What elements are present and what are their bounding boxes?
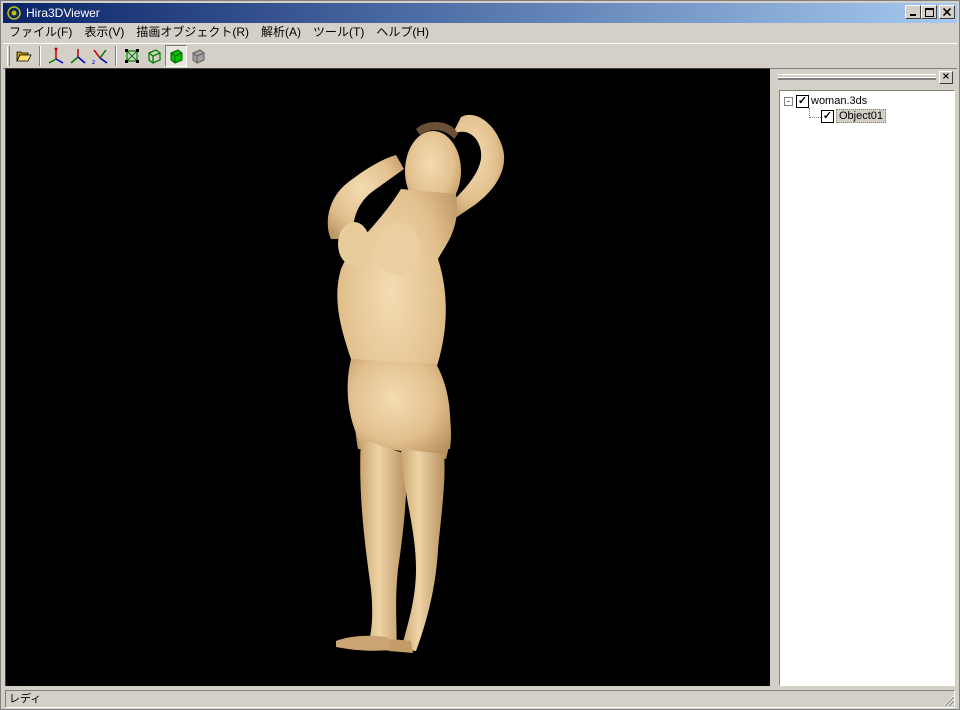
flat-shade-button[interactable] (143, 45, 165, 67)
normal-icon (192, 49, 205, 64)
open-button[interactable] (13, 45, 35, 67)
axis-zx-icon: z (92, 49, 108, 65)
tree-connector (809, 117, 821, 118)
tree-item-root[interactable]: - ✓ woman.3ds (784, 94, 867, 108)
close-button[interactable] (939, 5, 955, 19)
collapse-icon[interactable]: - (784, 96, 793, 106)
tree-item-label: Object01 (836, 109, 887, 123)
view-xy-button[interactable] (45, 45, 67, 67)
wireframe-icon (125, 49, 139, 63)
axis-yz-icon (70, 49, 86, 64)
wireframe-button[interactable] (121, 45, 143, 67)
view-yz-button[interactable] (67, 45, 89, 67)
flat-shade-icon (148, 49, 161, 64)
panel-grip[interactable] (778, 74, 936, 80)
app-window: Hira3DViewer ファイル(F) 表示(V) 描画オブジェクト(R) 解… (0, 0, 960, 710)
window-controls (905, 5, 955, 19)
window-title: Hira3DViewer (26, 6, 100, 20)
minimize-icon (910, 14, 916, 16)
app-icon (7, 6, 21, 20)
menu-draw-object[interactable]: 描画オブジェクト(R) (130, 24, 255, 41)
maximize-button[interactable] (921, 5, 937, 19)
solid-shade-button[interactable] (165, 45, 187, 67)
toolbar-separator (39, 46, 41, 66)
menu-help[interactable]: ヘルプ(H) (370, 24, 435, 41)
panel-header: × (776, 70, 956, 84)
menu-analysis[interactable]: 解析(A) (255, 24, 307, 41)
status-text: レディ (5, 690, 955, 708)
svg-text:z: z (92, 59, 95, 65)
status-bar: レディ (3, 689, 957, 709)
panel-close-button[interactable]: × (939, 71, 953, 84)
tree-item-label: woman.3ds (811, 95, 868, 107)
toolbar-separator (115, 46, 117, 66)
menu-file[interactable]: ファイル(F) (3, 24, 78, 41)
maximize-icon (924, 7, 934, 17)
view-zx-button[interactable]: z (89, 45, 111, 67)
menu-bar: ファイル(F) 表示(V) 描画オブジェクト(R) 解析(A) ツール(T) ヘ… (3, 23, 957, 42)
object-tree-panel: × - ✓ woman.3ds ✓ Object01 (776, 68, 958, 688)
root-checkbox[interactable]: ✓ (796, 94, 809, 108)
child-checkbox[interactable]: ✓ (821, 109, 834, 123)
3d-viewport[interactable] (5, 68, 770, 686)
close-icon (943, 8, 951, 16)
solid-shade-icon (170, 49, 183, 64)
resize-grip-icon[interactable] (943, 695, 955, 707)
object-tree[interactable]: - ✓ woman.3ds ✓ Object01 (779, 90, 955, 686)
human-figure-model (327, 114, 505, 653)
toolbar: z (3, 43, 957, 69)
toolbar-grip[interactable] (7, 46, 10, 66)
axis-xy-icon (48, 47, 64, 64)
menu-tools[interactable]: ツール(T) (307, 24, 370, 41)
minimize-button[interactable] (905, 5, 921, 19)
open-folder-icon (16, 51, 32, 62)
menu-view[interactable]: 表示(V) (78, 24, 130, 41)
title-bar[interactable]: Hira3DViewer (3, 3, 957, 23)
normal-display-button[interactable] (187, 45, 209, 67)
tree-item-child[interactable]: ✓ Object01 (821, 109, 887, 123)
